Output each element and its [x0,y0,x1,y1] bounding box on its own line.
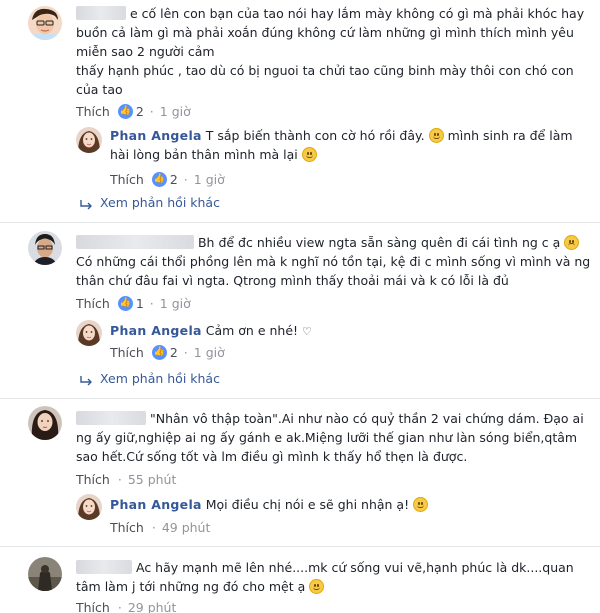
view-more-replies-link[interactable]: Xem phản hồi khác [80,371,220,386]
like-count-icon[interactable]: 👍 [151,172,167,187]
like-count-icon[interactable]: 👍 [151,345,167,360]
separator-dot: · [183,172,188,187]
timestamp[interactable]: 1 giờ [194,345,225,360]
avatar[interactable] [28,231,62,265]
reply-arrow-icon [80,198,92,209]
like-button[interactable]: Thích [76,472,110,487]
separator-dot: · [117,472,122,487]
like-count[interactable]: 2 [170,345,178,360]
frowning-emoji-icon [564,235,580,250]
divider [0,398,600,399]
comment-text: Bh để đc nhiều view ngta sẵn sàng quên đ… [76,235,591,288]
avatar[interactable] [76,494,102,520]
like-button[interactable]: Thích [110,345,144,360]
separator-dot: · [149,104,154,119]
smiling-emoji-icon [413,497,429,512]
divider [0,222,600,223]
avatar[interactable] [76,127,102,153]
grinning-emoji-icon [301,147,317,162]
like-button[interactable]: Thích [110,520,144,535]
author-name-link[interactable]: Phan Angela [110,128,202,143]
view-more-replies-link[interactable]: Xem phản hồi khác [80,195,220,210]
avatar[interactable] [28,557,62,591]
like-button[interactable]: Thích [76,600,110,613]
like-button[interactable]: Thích [76,296,110,311]
reply-text: Phan Angela Mọi điều chị nói e sẽ ghi nh… [110,495,595,514]
avatar[interactable] [28,406,62,440]
timestamp[interactable]: 1 giờ [160,296,191,311]
divider [0,546,600,547]
like-button[interactable]: Thích [110,172,144,187]
separator-dot: · [183,345,188,360]
separator-dot: · [151,520,156,535]
like-count[interactable]: 1 [136,296,144,311]
heart-emoji-icon: ♡ [302,325,312,338]
author-name-link[interactable]: Phan Angela [110,497,202,512]
separator-dot: · [149,296,154,311]
timestamp[interactable]: 49 phút [162,520,211,535]
timestamp[interactable]: 1 giờ [160,104,191,119]
comment-text: "Nhân vô thập toàn".Ai như nào có quỷ th… [76,411,584,464]
reply-text: Phan Angela Cảm ơn e nhé! ♡ [110,323,312,338]
reply-arrow-icon [80,374,92,385]
reply-text: Phan Angela T sắp biến thành con cờ hó r… [110,128,573,162]
timestamp[interactable]: 1 giờ [194,172,225,187]
blurred-name[interactable] [76,560,132,574]
timestamp[interactable]: 55 phút [128,472,177,487]
like-count-icon[interactable]: 👍 [117,296,133,311]
like-count[interactable]: 2 [170,172,178,187]
separator-dot: · [117,600,122,613]
like-button[interactable]: Thích [76,104,110,119]
author-name-link[interactable]: Phan Angela [110,323,202,338]
avatar[interactable] [28,6,62,40]
comment-text: e cố lên con bạn của tao nói hay lắm mày… [76,6,585,97]
avatar[interactable] [76,320,102,346]
smiling-emoji-icon [309,579,325,594]
like-count-icon[interactable]: 👍 [117,104,133,119]
laughing-emoji-icon [428,128,444,143]
blurred-name[interactable] [76,411,146,425]
blurred-name[interactable] [76,6,126,20]
timestamp[interactable]: 29 phút [128,600,177,613]
like-count[interactable]: 2 [136,104,144,119]
blurred-name[interactable] [76,235,194,249]
comment-text: Ac hãy mạnh mẽ lên nhé....mk cứ sống vui… [76,560,574,594]
